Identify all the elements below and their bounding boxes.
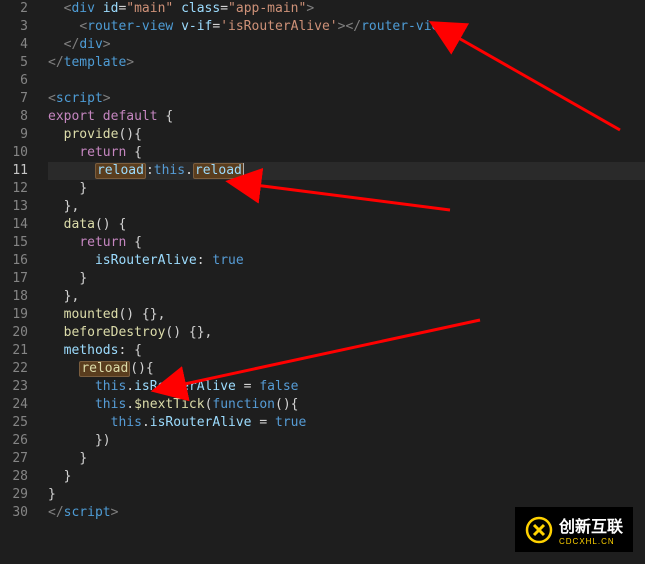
code-line: reload(){ <box>48 360 645 378</box>
line-number: 16 <box>0 252 28 270</box>
code-line <box>48 72 645 90</box>
line-number: 10 <box>0 144 28 162</box>
line-number: 21 <box>0 342 28 360</box>
line-number: 5 <box>0 54 28 72</box>
line-number: 14 <box>0 216 28 234</box>
code-line: </template> <box>48 54 645 72</box>
line-number: 9 <box>0 126 28 144</box>
code-line: } <box>48 486 645 504</box>
line-number: 27 <box>0 450 28 468</box>
code-line: <script> <box>48 90 645 108</box>
code-line: this.isRouterAlive = false <box>48 378 645 396</box>
code-line: export default { <box>48 108 645 126</box>
code-line: this.isRouterAlive = true <box>48 414 645 432</box>
line-number: 29 <box>0 486 28 504</box>
line-number: 30 <box>0 504 28 522</box>
logo-icon <box>525 516 553 544</box>
logo-subtitle: CDCXHL.CN <box>559 537 623 546</box>
line-gutter: 2 3 4 5 6 7 8 9 10 11 12 13 14 15 16 17 … <box>0 0 40 564</box>
code-line: this.$nextTick(function(){ <box>48 396 645 414</box>
line-number-current: 11 <box>0 162 28 180</box>
line-number: 28 <box>0 468 28 486</box>
code-line: methods: { <box>48 342 645 360</box>
line-number: 12 <box>0 180 28 198</box>
selection-highlight: reload <box>79 361 130 377</box>
code-line: } <box>48 468 645 486</box>
code-line: isRouterAlive: true <box>48 252 645 270</box>
line-number: 25 <box>0 414 28 432</box>
code-line-current: reload:this.reload <box>48 162 645 180</box>
code-line: <router-view v-if='isRouterAlive'></rout… <box>48 18 645 36</box>
line-number: 15 <box>0 234 28 252</box>
line-number: 24 <box>0 396 28 414</box>
line-number: 17 <box>0 270 28 288</box>
line-number: 7 <box>0 90 28 108</box>
line-number: 8 <box>0 108 28 126</box>
code-content[interactable]: <div id="main" class="app-main"> <router… <box>40 0 645 564</box>
code-line: } <box>48 180 645 198</box>
line-number: 26 <box>0 432 28 450</box>
line-number: 22 <box>0 360 28 378</box>
code-line: <div id="main" class="app-main"> <box>48 0 645 18</box>
line-number: 19 <box>0 306 28 324</box>
line-number: 4 <box>0 36 28 54</box>
code-line: }) <box>48 432 645 450</box>
code-line: mounted() {}, <box>48 306 645 324</box>
code-line: } <box>48 270 645 288</box>
line-number: 3 <box>0 18 28 36</box>
code-line: }, <box>48 288 645 306</box>
line-number: 6 <box>0 72 28 90</box>
code-line: }, <box>48 198 645 216</box>
selection-highlight: reload <box>95 163 146 179</box>
code-line: beforeDestroy() {}, <box>48 324 645 342</box>
code-line: provide(){ <box>48 126 645 144</box>
code-line: } <box>48 450 645 468</box>
line-number: 23 <box>0 378 28 396</box>
watermark-logo: 创新互联 CDCXHL.CN <box>515 507 633 552</box>
line-number: 2 <box>0 0 28 18</box>
code-line: data() { <box>48 216 645 234</box>
code-line: return { <box>48 234 645 252</box>
line-number: 20 <box>0 324 28 342</box>
logo-text: 创新互联 <box>559 519 623 536</box>
line-number: 18 <box>0 288 28 306</box>
code-line: return { <box>48 144 645 162</box>
line-number: 13 <box>0 198 28 216</box>
code-editor[interactable]: 2 3 4 5 6 7 8 9 10 11 12 13 14 15 16 17 … <box>0 0 645 564</box>
selection-highlight: reload <box>193 163 244 179</box>
code-line: </div> <box>48 36 645 54</box>
